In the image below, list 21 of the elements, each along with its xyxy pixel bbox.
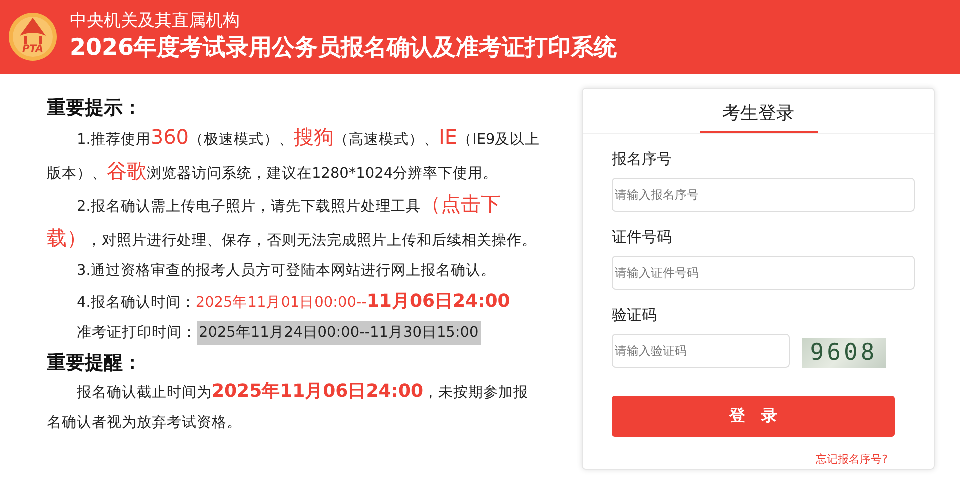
field-label: 报名序号 (612, 150, 673, 169)
notice-heading: 重要提醒： (47, 350, 143, 376)
captcha-image[interactable]: 9608 (802, 338, 886, 368)
notice-paragraph: 准考证打印时间：2025年11月24日00:00--11月30日15:00 (47, 318, 542, 348)
header-subtitle: 中央机关及其直属机构 (70, 10, 241, 32)
notice-heading: 重要提示： (47, 96, 143, 121)
logo: PTA (8, 12, 58, 62)
header-title: 2026年度考试录用公务员报名确认及准考证打印系统 (70, 34, 618, 63)
captcha-input[interactable]: 请输入验证码 (612, 334, 790, 368)
notice-paragraph: 3.通过资格审查的报考人员方可登陆本网站进行网上报名确认。 (76, 262, 497, 281)
input-field[interactable]: 请输入证件号码 (612, 256, 915, 290)
login-title: 考生登录 (700, 101, 818, 133)
forgot-link[interactable]: 忘记报名序号? (816, 452, 888, 467)
field-label: 证件号码 (612, 228, 673, 247)
notice-paragraph: 1.推荐使用 360（极速模式）、搜狗（高速模式）、IE（IE9及以上版本）、谷歌浏览器访问系统，建议在1280*1024分辨率下使用。 (47, 124, 542, 184)
field-label: 验证码 (612, 306, 658, 325)
input-field[interactable]: 请输入报名序号 (612, 178, 915, 212)
notice-paragraph: 2.报名确认需上传电子照片，请先下载照片处理工具（点击下载），对照片进行处理、保存，否则无法完成照片上传和后续相关操作。 (47, 191, 538, 252)
login-button[interactable]: 登 录 (612, 396, 895, 437)
notice-paragraph: 4.报名确认时间：2025年11月01日00:00--11月06日24:00 (76, 290, 512, 314)
notice-paragraph: 报名确认截止时间为2025年11月06日24:00，未按期参加报名确认者视为放弃考试资格。 (47, 380, 530, 433)
